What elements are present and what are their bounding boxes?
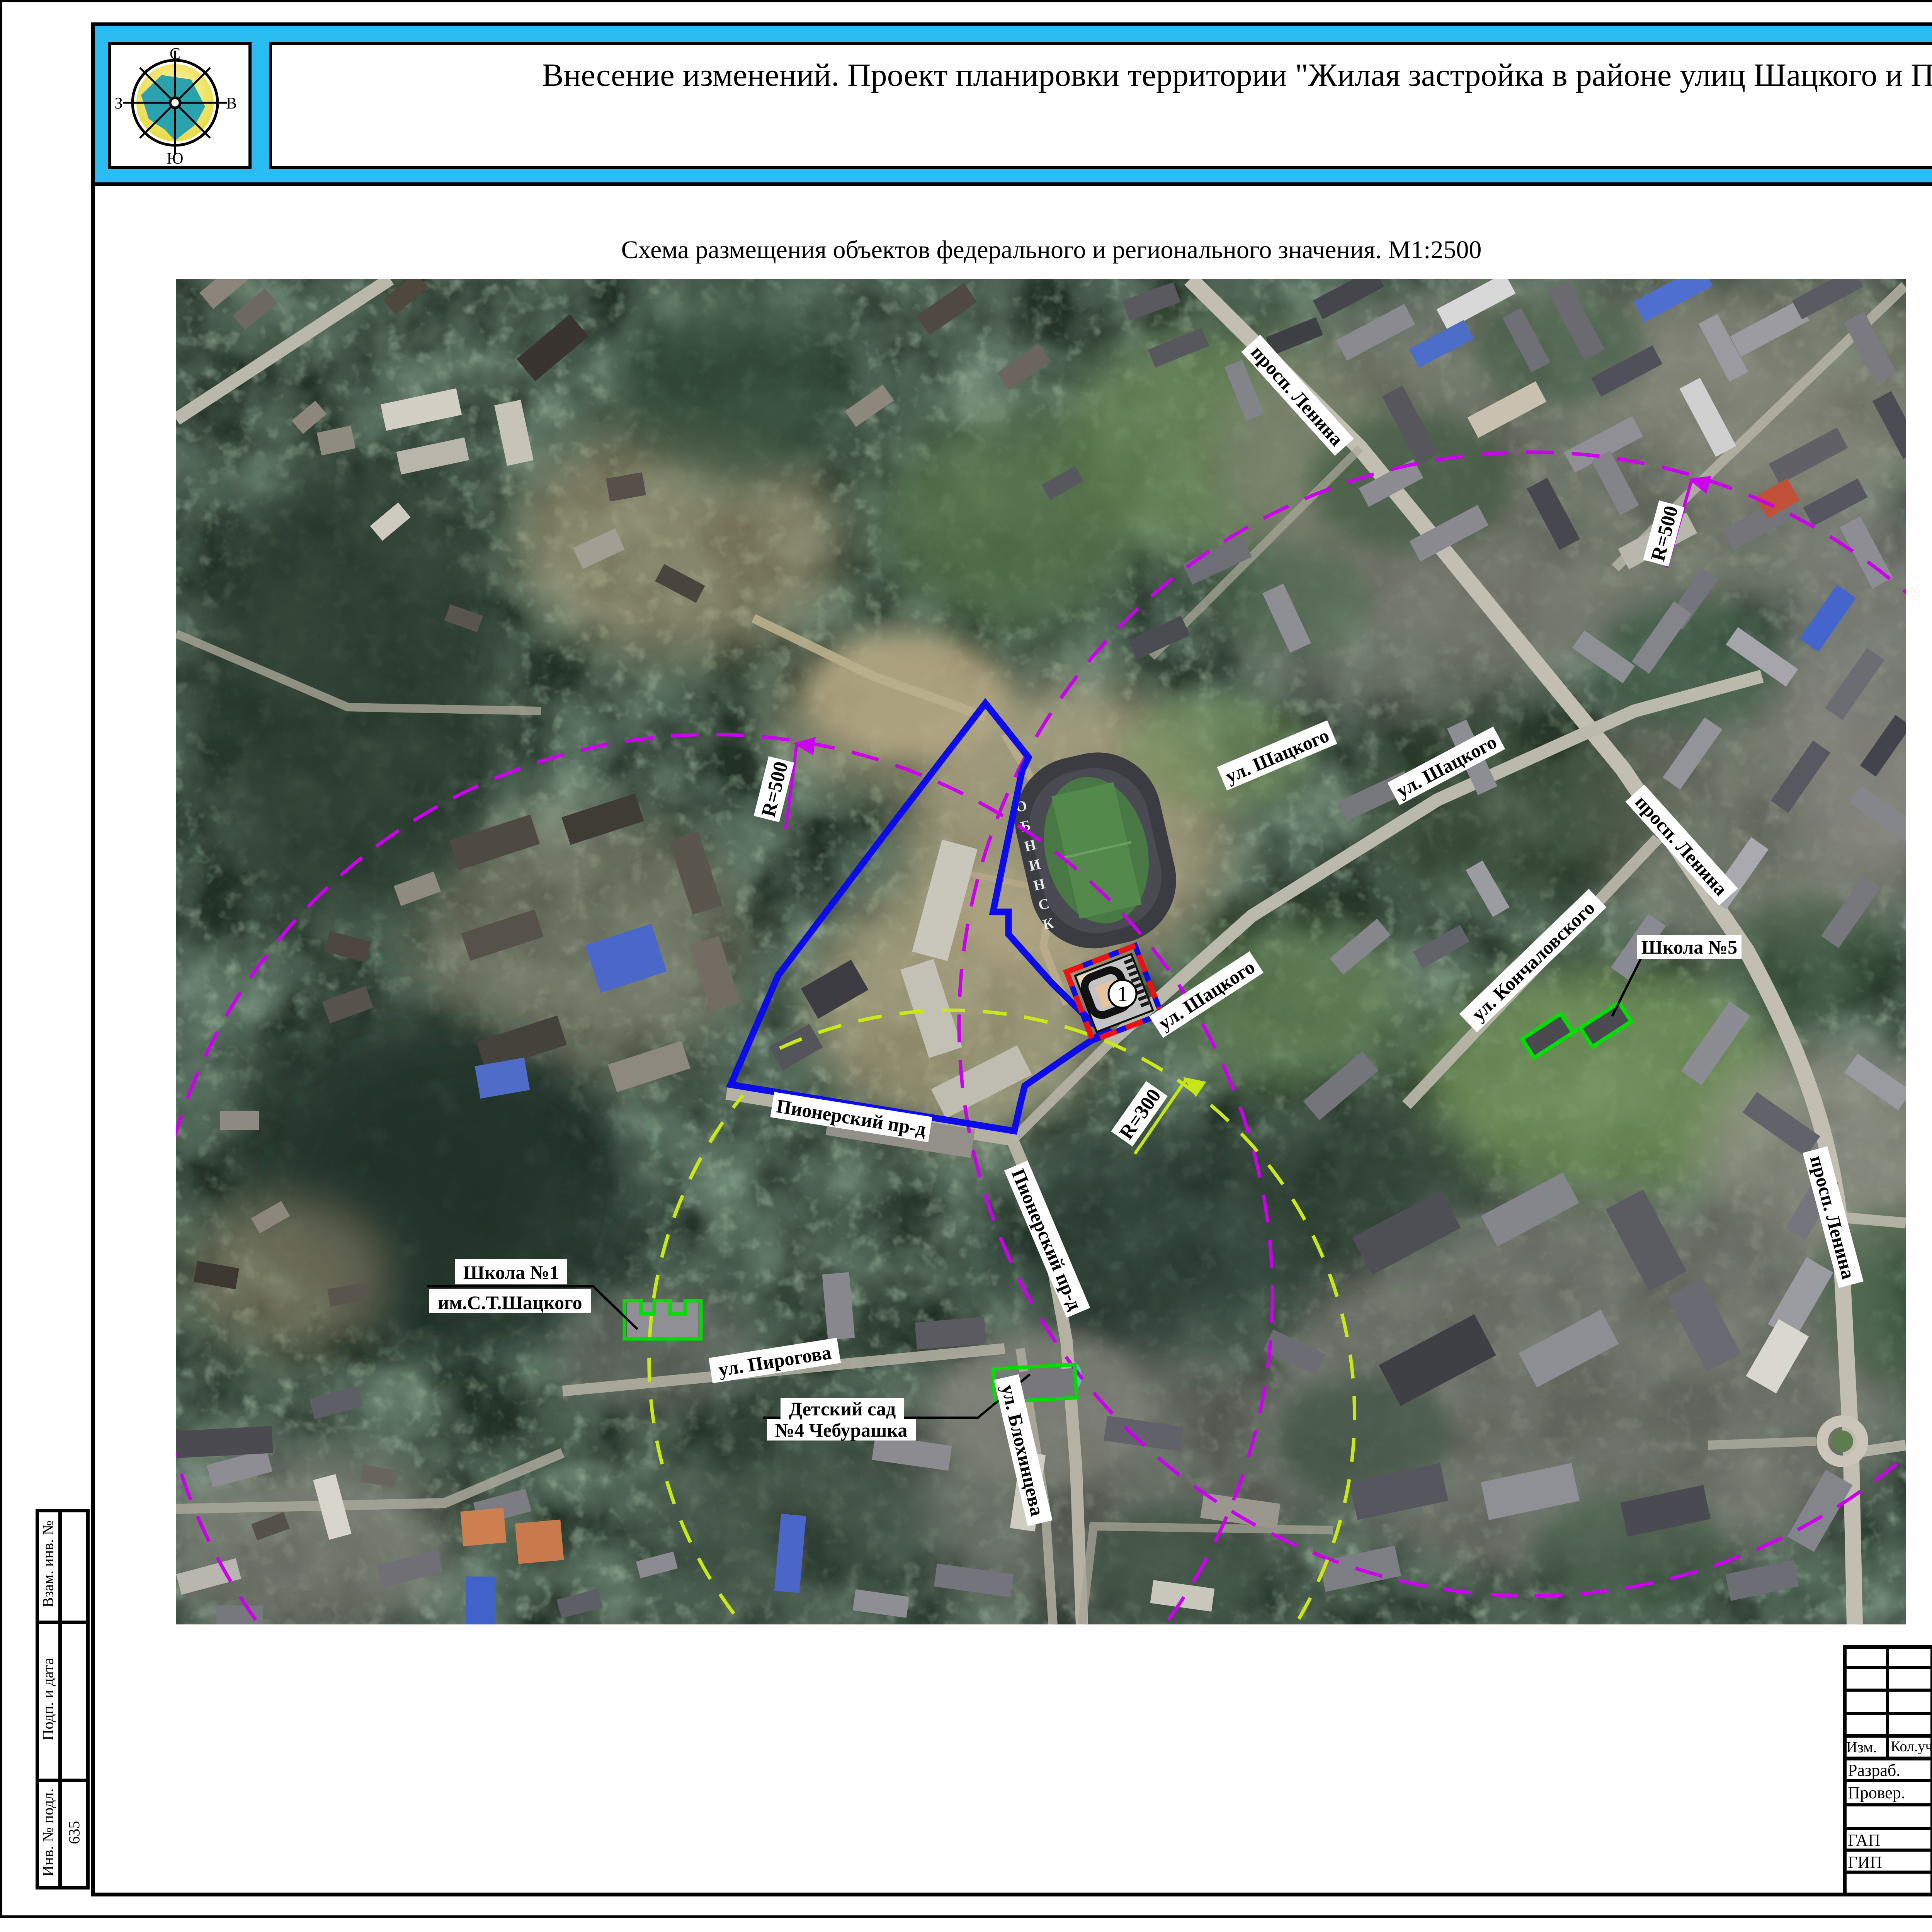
svg-text:Детский сад: Детский сад (789, 1398, 896, 1420)
svg-text:З: З (114, 95, 122, 112)
svg-text:Школа №1: Школа №1 (463, 1262, 559, 1283)
svg-text:№4 Чебурашка: №4 Чебурашка (775, 1419, 908, 1441)
svg-text:В: В (226, 95, 237, 112)
svg-text:им.С.Т.Шацкого: им.С.Т.Шацкого (438, 1292, 582, 1313)
svg-text:Школа №5: Школа №5 (1641, 936, 1737, 958)
svg-text:Ю: Ю (167, 150, 183, 166)
svg-text:С: С (170, 45, 180, 63)
svg-text:1: 1 (1117, 982, 1128, 1006)
